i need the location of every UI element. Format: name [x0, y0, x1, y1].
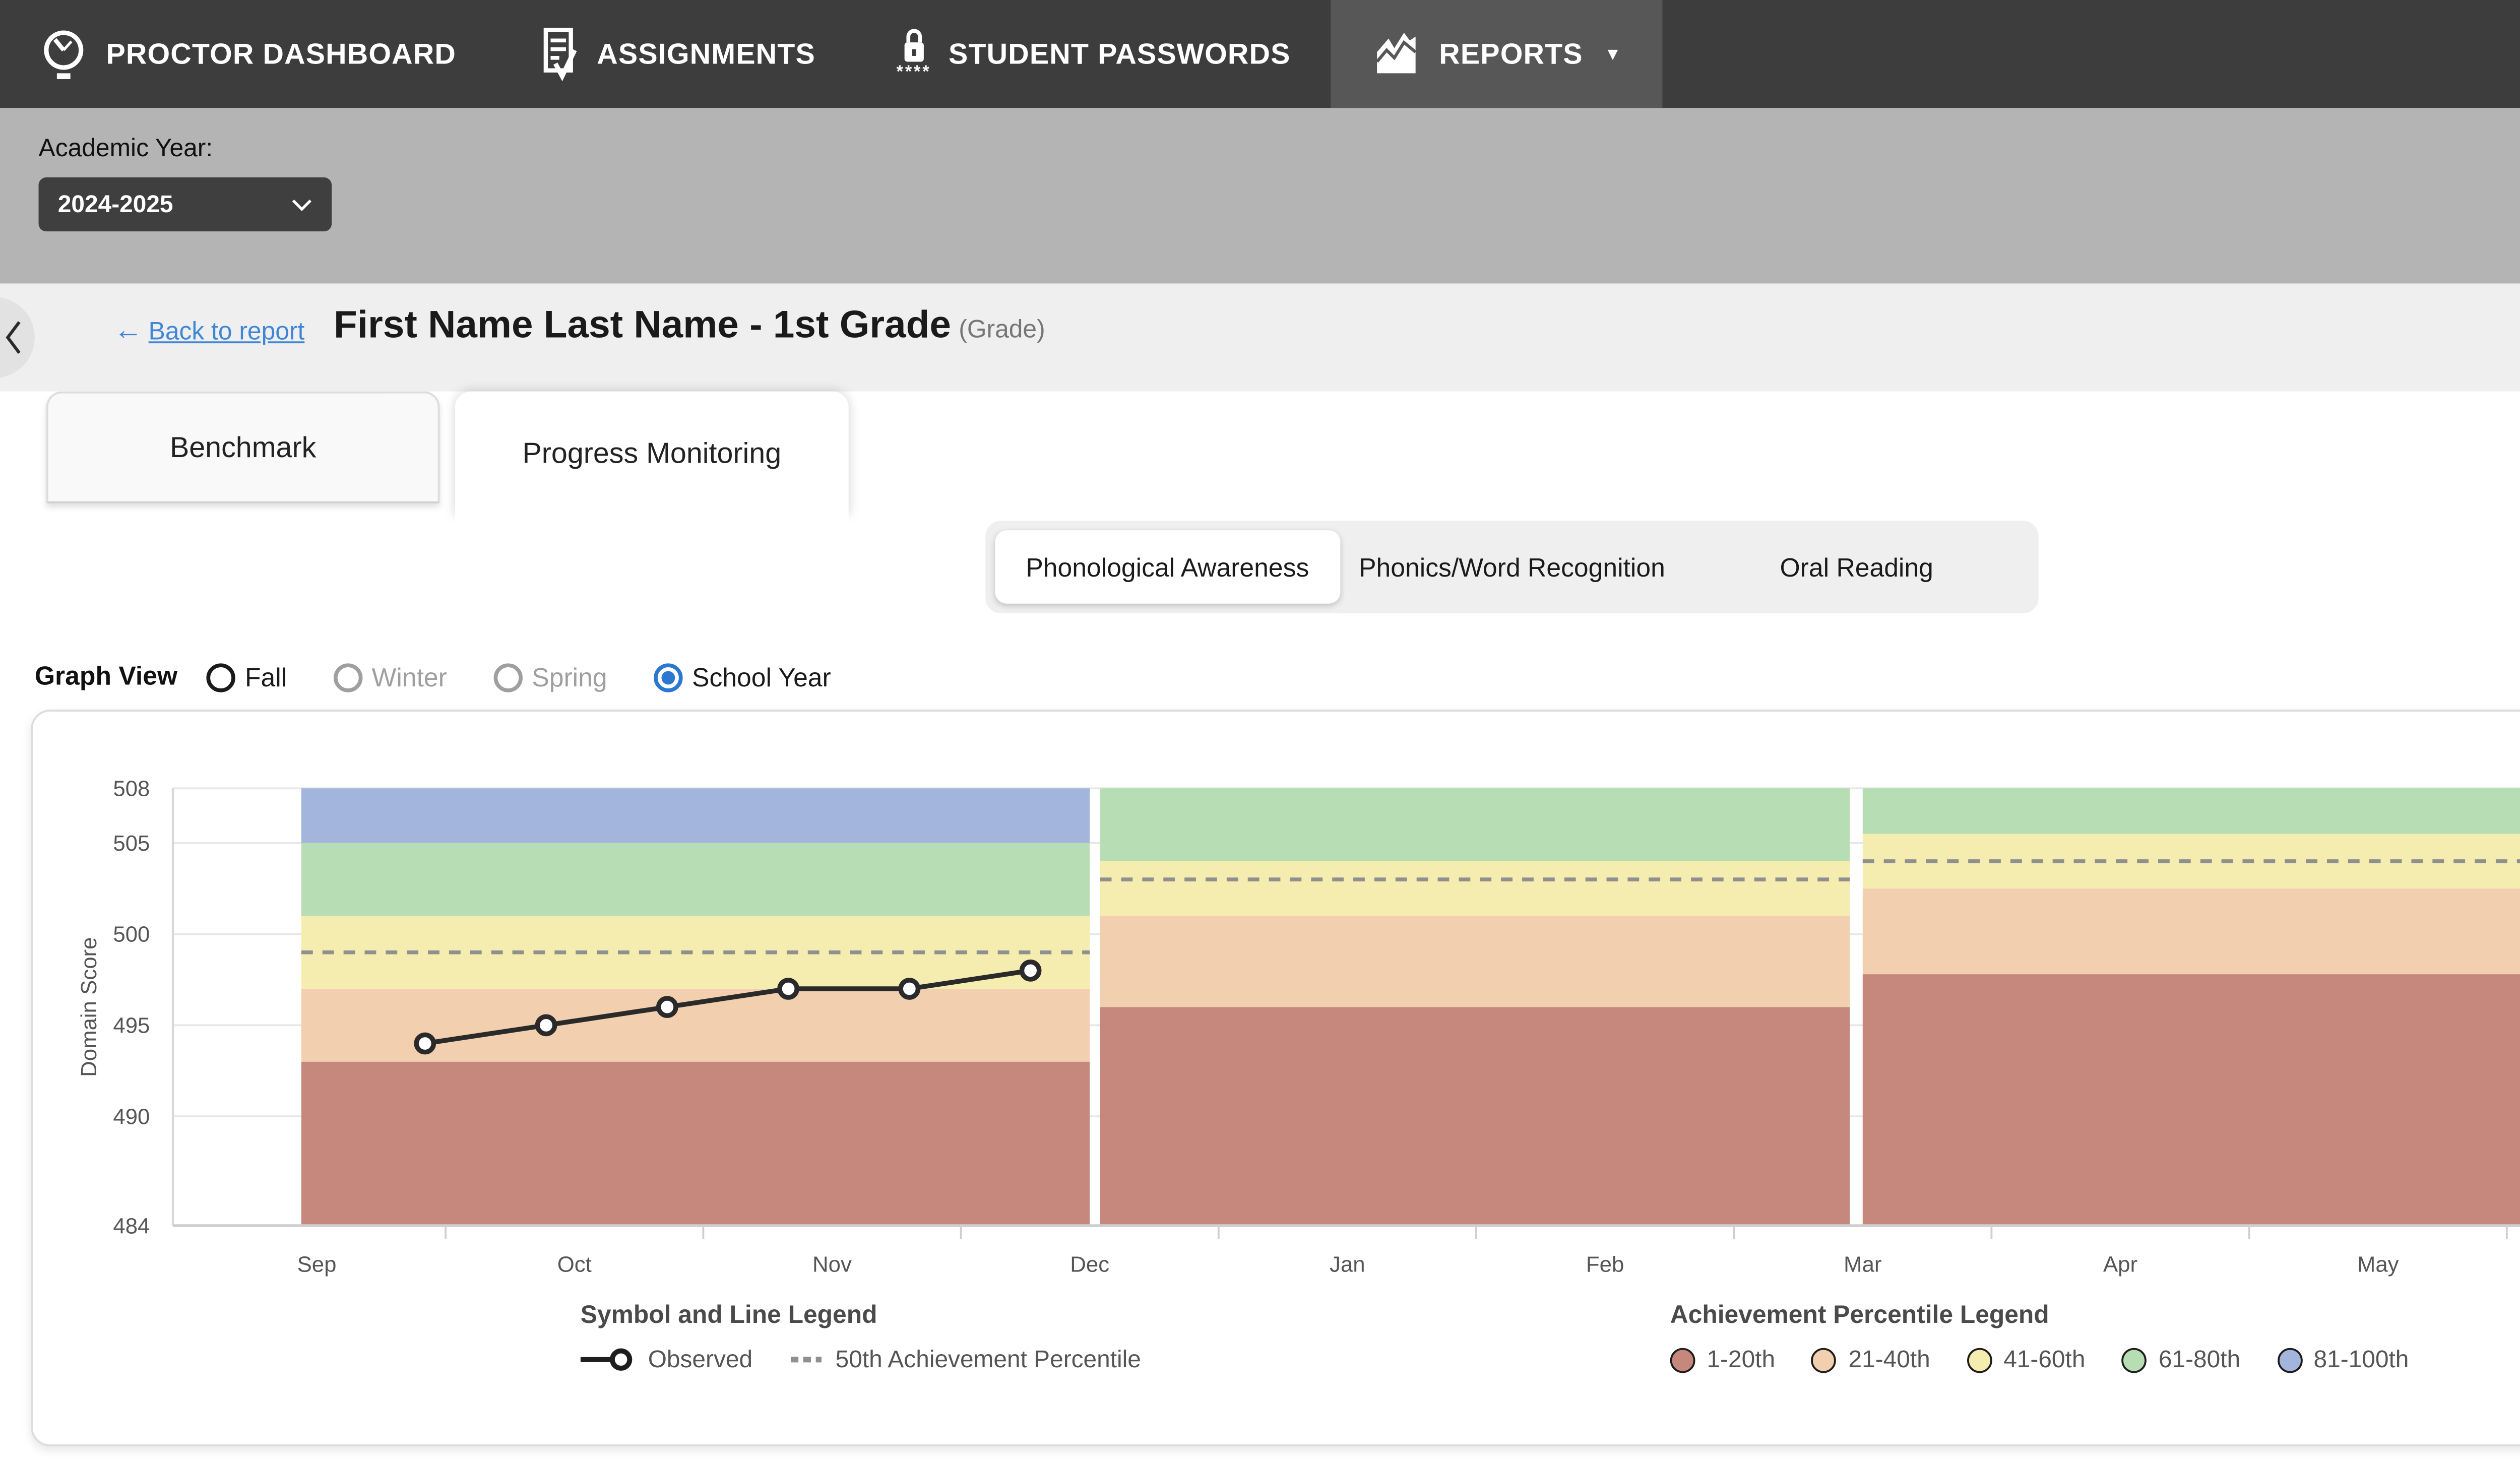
symbol-line-legend: Symbol and Line Legend Observed 50th Ach…	[581, 1300, 1141, 1373]
svg-text:505: 505	[113, 831, 150, 856]
legend-item-label: 61-80th	[2159, 1346, 2240, 1373]
nav-assignments[interactable]: ASSIGNMENTS	[496, 0, 856, 108]
nav-reports[interactable]: REPORTS ▼	[1331, 0, 1662, 108]
svg-text:484: 484	[113, 1214, 150, 1238]
subtab-phonological-awareness[interactable]: Phonological Awareness	[995, 530, 1340, 603]
radio-winter[interactable]: Winter	[333, 662, 447, 691]
percentile-color-icon	[1967, 1347, 1992, 1372]
percentile-legend-title: Achievement Percentile Legend	[1670, 1300, 2445, 1328]
svg-text:Jan: Jan	[1330, 1252, 1365, 1277]
clipboard-check-icon	[537, 27, 580, 81]
title-row: ← Back to report First Name Last Name - …	[0, 283, 2520, 391]
radio-spring[interactable]: Spring	[493, 662, 607, 691]
observed-label: Observed	[648, 1346, 752, 1373]
gauge-icon	[39, 27, 89, 81]
svg-text:Nov: Nov	[812, 1252, 852, 1277]
symbol-legend-title: Symbol and Line Legend	[581, 1300, 1141, 1328]
radio-label: School Year	[692, 662, 831, 691]
svg-text:May: May	[2357, 1252, 2399, 1277]
student-name-grade: First Name Last Name - 1st Grade	[334, 305, 951, 347]
radio-label: Winter	[372, 662, 447, 691]
radio-school-year[interactable]: School Year	[653, 662, 831, 691]
chevron-down-icon	[291, 198, 312, 211]
legend-item: 61-80th	[2122, 1346, 2240, 1373]
tab-benchmark[interactable]: Benchmark	[46, 392, 440, 503]
svg-text:508: 508	[113, 776, 150, 801]
median-line-icon	[791, 1356, 822, 1363]
radio-circle-icon	[333, 662, 362, 691]
svg-text:Feb: Feb	[1586, 1252, 1624, 1277]
academic-year-select[interactable]: 2024-2025	[39, 177, 332, 231]
subtab-oral-reading[interactable]: Oral Reading	[1684, 530, 2029, 603]
legend-item-label: 21-40th	[1849, 1346, 1930, 1373]
chart-card: 508 505 500 495 490 484 Sep Oct Nov Dec Jan Feb Mar A…	[31, 710, 2520, 1446]
legend-item: 81-100th	[2277, 1346, 2409, 1373]
radio-label: Spring	[532, 662, 607, 691]
back-link-label: Back to report	[149, 316, 305, 345]
caret-down-icon: ▼	[1604, 44, 1621, 63]
svg-text:Mar: Mar	[1844, 1252, 1881, 1277]
graph-view-label: Graph View	[35, 661, 177, 690]
legend-item: 21-40th	[1812, 1346, 1930, 1373]
page: PROCTOR DASHBOARD ASSIGNMENTS **** S	[0, 0, 2520, 1461]
svg-text:Dec: Dec	[1070, 1252, 1109, 1277]
percentile-color-icon	[2122, 1347, 2147, 1372]
radio-label: Fall	[245, 662, 287, 691]
tab-progress-monitoring[interactable]: Progress Monitoring	[455, 392, 849, 515]
legend-item-label: 1-20th	[1707, 1346, 1775, 1373]
page-title: First Name Last Name - 1st Grade (Grade)	[334, 305, 1045, 349]
percentile-color-icon	[2277, 1347, 2302, 1372]
percentile-color-icon	[1670, 1347, 1695, 1372]
svg-text:Domain Score: Domain Score	[77, 937, 101, 1077]
achievement-percentile-legend: Achievement Percentile Legend 1-20th 21-…	[1670, 1300, 2445, 1373]
radio-circle-icon	[493, 662, 522, 691]
percentile-color-icon	[1812, 1347, 1837, 1372]
svg-text:Sep: Sep	[297, 1252, 337, 1277]
chevron-left-icon	[2, 318, 25, 357]
left-arrow-icon: ←	[114, 316, 143, 345]
academic-year-label: Academic Year:	[39, 133, 213, 162]
legend-item: 1-20th	[1670, 1346, 1775, 1373]
nav-label: ASSIGNMENTS	[597, 38, 815, 71]
nav-label: REPORTS	[1439, 38, 1583, 71]
observed-symbol-icon	[581, 1348, 635, 1371]
nav-proctor-dashboard[interactable]: PROCTOR DASHBOARD	[0, 0, 496, 108]
radio-fall[interactable]: Fall	[206, 662, 287, 691]
grade-subtitle: (Grade)	[959, 314, 1045, 343]
legend-item-label: 41-60th	[2003, 1346, 2085, 1373]
main-tabs: Benchmark Progress Monitoring	[0, 392, 2520, 519]
toolbar: Academic Year: 2024-2025 Print	[0, 108, 2520, 283]
nav-label: STUDENT PASSWORDS	[949, 38, 1291, 71]
median-label: 50th Achievement Percentile	[836, 1346, 1141, 1373]
svg-text:500: 500	[113, 922, 150, 947]
svg-text:Apr: Apr	[2103, 1252, 2137, 1277]
radio-circle-icon	[206, 662, 235, 691]
legend-item: 41-60th	[1967, 1346, 2085, 1373]
top-nav: PROCTOR DASHBOARD ASSIGNMENTS **** S	[0, 0, 2520, 108]
svg-text:490: 490	[113, 1104, 150, 1129]
lock-icon: ****	[897, 27, 931, 81]
radio-selected-icon	[653, 662, 682, 691]
subtab-phonics-word-recognition[interactable]: Phonics/Word Recognition	[1340, 530, 1684, 603]
svg-text:495: 495	[113, 1013, 150, 1038]
nav-student-passwords[interactable]: **** STUDENT PASSWORDS	[856, 0, 1331, 108]
password-stars: ****	[897, 63, 931, 81]
graph-view-options: Fall Winter Spring School Year	[206, 652, 831, 702]
academic-year-value: 2024-2025	[58, 191, 173, 218]
legend-item-label: 81-100th	[2314, 1346, 2409, 1373]
nav-label: PROCTOR DASHBOARD	[106, 38, 456, 71]
svg-text:Oct: Oct	[557, 1252, 592, 1277]
domain-subtabs: Phonological Awareness Phonics/Word Reco…	[985, 521, 2038, 613]
area-chart-icon	[1371, 29, 1421, 79]
back-to-report-link[interactable]: ← Back to report	[114, 316, 305, 345]
prev-student-button[interactable]	[0, 297, 35, 378]
